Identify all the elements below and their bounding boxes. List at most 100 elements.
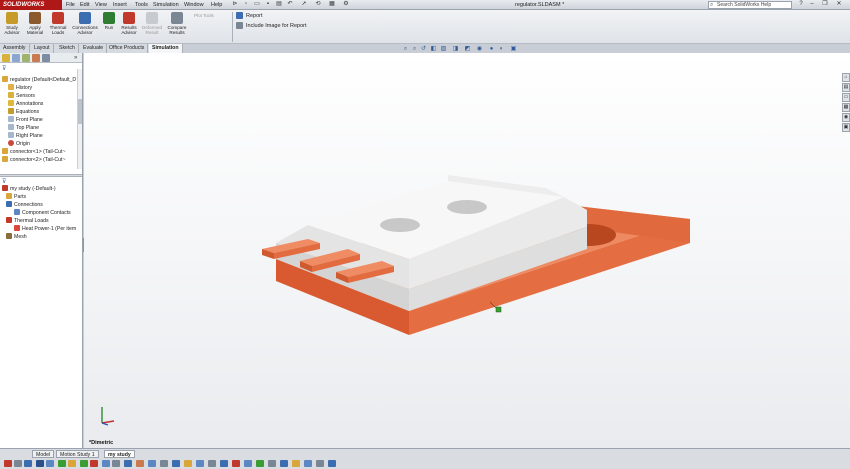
- animate-icon[interactable]: [184, 460, 192, 467]
- sketch-icon[interactable]: [36, 460, 44, 467]
- view-settings-icon[interactable]: ▣: [510, 46, 517, 53]
- tree-item-connector-2[interactable]: connector<2> (Tail-Cut~: [0, 156, 82, 164]
- apply-material-button[interactable]: Apply Material: [24, 12, 46, 35]
- deformed-result-button[interactable]: Deformed Result: [141, 12, 163, 35]
- tab-evaluate[interactable]: Evaluate: [80, 44, 108, 53]
- section-view-icon[interactable]: ◧: [430, 46, 437, 53]
- settings-icon[interactable]: [268, 460, 276, 467]
- property-manager-tab-icon[interactable]: [12, 54, 20, 62]
- file-explorer-icon[interactable]: ▭: [842, 93, 850, 102]
- tree-item-origin[interactable]: Origin: [0, 140, 82, 148]
- tab-my-study[interactable]: my study: [104, 450, 135, 458]
- view-orientation-icon[interactable]: ◨: [452, 46, 459, 53]
- chart-icon[interactable]: [304, 460, 312, 467]
- file-properties-icon[interactable]: ▦: [327, 1, 337, 8]
- regulator-assembly-model[interactable]: [84, 53, 850, 448]
- zoom-area-icon[interactable]: ⌕: [411, 46, 418, 53]
- material-icon[interactable]: [68, 460, 76, 467]
- units-icon[interactable]: [292, 460, 300, 467]
- rebuild-icon[interactable]: ⟲: [313, 1, 323, 8]
- help-icon[interactable]: [328, 460, 336, 467]
- report-button[interactable]: Report: [236, 12, 263, 20]
- study-item-component-contacts[interactable]: Component Contacts: [0, 209, 82, 217]
- hide-show-items-icon[interactable]: ◉: [476, 46, 483, 53]
- tree-item-connector-1[interactable]: connector<1> (Tail-Cut~: [0, 148, 82, 156]
- compare-results-button[interactable]: Compare Results: [165, 12, 189, 35]
- run-button[interactable]: Run: [102, 12, 116, 30]
- new-document-icon[interactable]: ▫: [241, 1, 251, 8]
- view-icon[interactable]: [14, 460, 22, 467]
- custom-properties-icon[interactable]: ▣: [842, 123, 850, 132]
- zoom-to-fit-icon[interactable]: ⌕: [402, 46, 409, 53]
- edit-appearance-icon[interactable]: ●: [488, 46, 495, 53]
- display-manager-tab-icon[interactable]: [42, 54, 50, 62]
- tree-item-right-plane[interactable]: Right Plane: [0, 132, 82, 140]
- study-item-connections[interactable]: Connections: [0, 201, 82, 209]
- thermal-loads-button[interactable]: Thermal Loads: [48, 12, 68, 35]
- study-item-thermal-loads[interactable]: Thermal Loads: [0, 217, 82, 225]
- tab-assembly[interactable]: Assembly: [0, 44, 30, 53]
- options-icon[interactable]: ⚙: [341, 1, 351, 8]
- display-style-icon[interactable]: ◩: [464, 46, 471, 53]
- tab-sketch[interactable]: Sketch: [56, 44, 79, 53]
- menu-tools[interactable]: Tools: [135, 1, 148, 9]
- select-icon[interactable]: ➚: [299, 1, 309, 8]
- tab-simulation[interactable]: Simulation: [149, 44, 183, 53]
- filter-icon[interactable]: ⊽: [2, 178, 6, 185]
- save-icon[interactable]: ▪: [263, 1, 273, 8]
- appearances-icon[interactable]: ◉: [842, 113, 850, 122]
- results-icon[interactable]: [124, 460, 132, 467]
- study-advisor-button[interactable]: Study Advisor: [2, 12, 22, 35]
- menu-insert[interactable]: Insert: [113, 1, 127, 9]
- tree-item-front-plane[interactable]: Front Plane: [0, 116, 82, 124]
- help-icon[interactable]: ?: [796, 1, 806, 8]
- study-item-parts[interactable]: Parts: [0, 193, 82, 201]
- tab-layout[interactable]: Layout: [31, 44, 54, 53]
- configuration-manager-tab-icon[interactable]: [22, 54, 30, 62]
- compare-icon[interactable]: [196, 460, 204, 467]
- plot-icon[interactable]: [136, 460, 144, 467]
- graphics-area[interactable]: *Dimetric: [84, 53, 850, 448]
- study-icon[interactable]: [4, 460, 12, 467]
- pin-icon[interactable]: ⊳: [230, 1, 240, 8]
- tab-model[interactable]: Model: [32, 450, 55, 458]
- export-icon[interactable]: [316, 460, 324, 467]
- tree-item-history[interactable]: History: [0, 84, 82, 92]
- menu-simulation[interactable]: Simulation: [153, 1, 179, 9]
- sensor-icon[interactable]: [244, 460, 252, 467]
- open-icon[interactable]: ▭: [252, 1, 262, 8]
- filter-icon[interactable]: ⊽: [2, 65, 6, 72]
- load-icon[interactable]: [90, 460, 98, 467]
- print-icon[interactable]: ▤: [274, 1, 284, 8]
- options-icon[interactable]: [280, 460, 288, 467]
- fixture-icon[interactable]: [80, 460, 88, 467]
- report-icon[interactable]: [220, 460, 228, 467]
- view-palette-icon[interactable]: ▦: [842, 103, 850, 112]
- tree-item-annotations[interactable]: Annotations: [0, 100, 82, 108]
- previous-view-icon[interactable]: ↺: [420, 46, 427, 53]
- help-search-input[interactable]: ⌕ Search SolidWorks Help: [708, 1, 792, 9]
- tab-motion-study-1[interactable]: Motion Study 1: [56, 450, 99, 458]
- minimize-icon[interactable]: –: [807, 1, 817, 8]
- tree-item-top-plane[interactable]: Top Plane: [0, 124, 82, 132]
- apply-scene-icon[interactable]: ◐: [498, 46, 505, 53]
- contact-icon[interactable]: [102, 460, 110, 467]
- tree-item-equations[interactable]: Equations: [0, 108, 82, 116]
- menu-view[interactable]: View: [95, 1, 107, 9]
- menu-file[interactable]: File: [66, 1, 75, 9]
- restore-icon[interactable]: ❐: [820, 1, 830, 8]
- connections-advisor-button[interactable]: Connections Advisor: [70, 12, 100, 35]
- list-icon[interactable]: [208, 460, 216, 467]
- plot-tools-button[interactable]: Plot Tools: [194, 13, 228, 18]
- select-icon[interactable]: [24, 460, 32, 467]
- probe-icon[interactable]: [148, 460, 156, 467]
- results-advisor-button[interactable]: Results Advisor: [118, 12, 140, 35]
- dynamic-annotation-icon[interactable]: ▧: [440, 46, 447, 53]
- solidworks-logo[interactable]: SOLIDWORKS: [0, 0, 62, 10]
- tab-office-products[interactable]: Office Products: [106, 44, 149, 53]
- feature-manager-tab-icon[interactable]: [2, 54, 10, 62]
- undo-icon[interactable]: ↶: [285, 1, 295, 8]
- close-icon[interactable]: ✕: [834, 1, 844, 8]
- tree-item-sensors[interactable]: Sensors: [0, 92, 82, 100]
- check-icon[interactable]: [256, 460, 264, 467]
